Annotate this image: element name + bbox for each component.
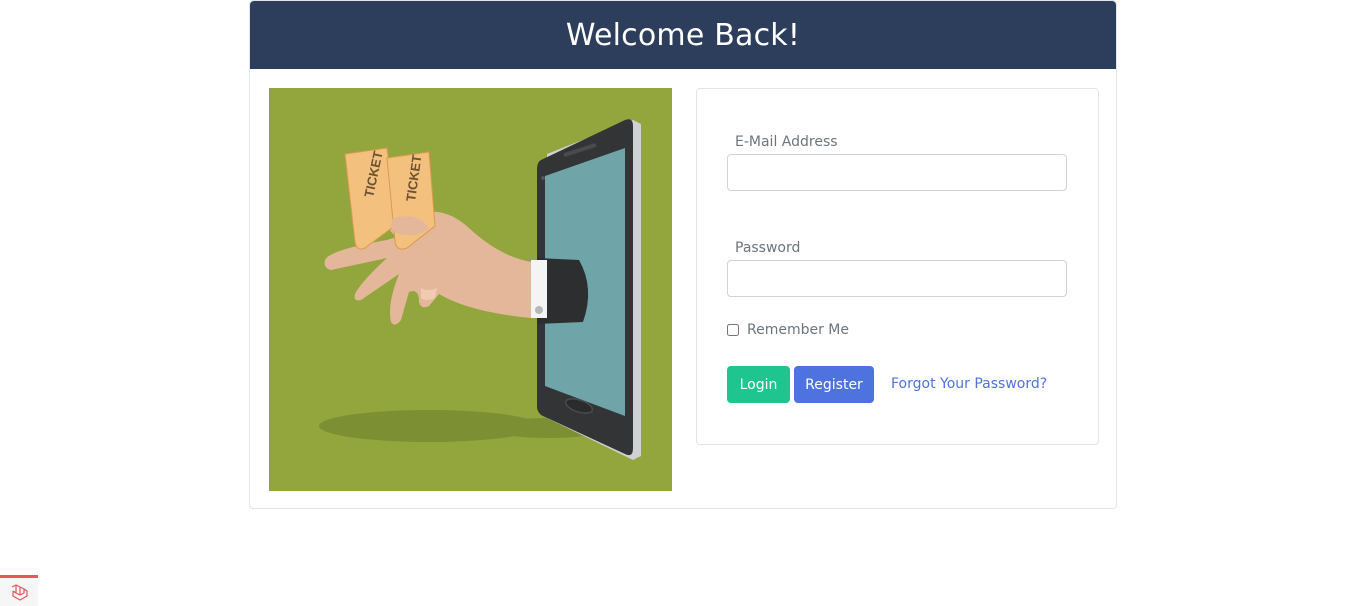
remember-checkbox[interactable] <box>727 324 739 336</box>
password-field[interactable] <box>727 260 1067 297</box>
password-label: Password <box>735 240 801 256</box>
remember-label: Remember Me <box>747 322 849 338</box>
ticket-illustration: TICKET TICKET <box>269 88 672 491</box>
login-form: E-Mail Address Password Remember Me Logi… <box>696 88 1099 445</box>
laravel-logo-icon[interactable] <box>0 575 38 606</box>
ticket-phone-image: TICKET TICKET <box>319 119 641 460</box>
remember-me[interactable]: Remember Me <box>727 322 849 338</box>
laravel-icon <box>11 584 28 601</box>
login-card: Welcome Back! TICKET TICKET E-Mail Addre… <box>249 0 1117 509</box>
forgot-password-link[interactable]: Forgot Your Password? <box>891 376 1047 392</box>
email-field[interactable] <box>727 154 1067 191</box>
card-header: Welcome Back! <box>250 1 1116 69</box>
email-label: E-Mail Address <box>735 134 838 150</box>
page-title: Welcome Back! <box>565 17 801 53</box>
register-button[interactable]: Register <box>794 366 874 403</box>
login-button[interactable]: Login <box>727 366 790 403</box>
